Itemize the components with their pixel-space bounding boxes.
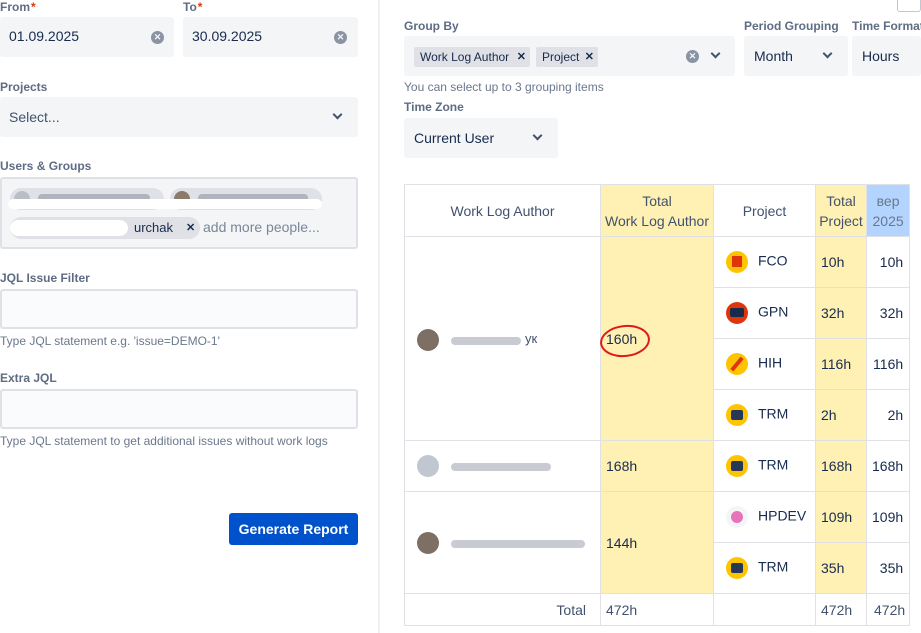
- avatar: [417, 532, 439, 554]
- avatar: [417, 455, 439, 477]
- table-row: ук 160h FCO 10h 10h: [404, 236, 911, 441]
- from-label: From*: [0, 0, 36, 14]
- to-label: To*: [183, 0, 203, 14]
- total-row: Total 472h 472h 472h: [404, 593, 911, 626]
- project-cell: GPN: [713, 287, 816, 339]
- users-groups-label: Users & Groups: [0, 159, 92, 173]
- project-cell: TRM: [713, 440, 816, 492]
- period-grouping-label: Period Grouping: [744, 19, 839, 33]
- group-tag[interactable]: Project ✕: [536, 47, 598, 67]
- report-filters-panel: From* To* 01.09.2025 ✕ 30.09.2025 ✕ Proj…: [0, 0, 380, 633]
- table-row: 144h HPDEV 109h 109h: [404, 491, 911, 594]
- remove-icon[interactable]: ✕: [517, 47, 526, 67]
- from-date-field[interactable]: 01.09.2025 ✕: [0, 17, 174, 57]
- to-date-value: 30.09.2025: [192, 28, 263, 44]
- project-cell: TRM: [713, 542, 816, 594]
- grand-total: 472h: [600, 593, 714, 626]
- time-format-select[interactable]: Hours: [852, 36, 921, 76]
- author-cell: [404, 440, 601, 492]
- total-label: Total: [404, 593, 601, 626]
- author-total-cell: 160h: [598, 236, 714, 441]
- add-people-input[interactable]: add more people...: [203, 219, 320, 235]
- header-project[interactable]: Project: [713, 184, 816, 237]
- screen-icon: [726, 302, 748, 324]
- flower-icon: [726, 506, 748, 528]
- remove-icon[interactable]: ✕: [186, 221, 195, 234]
- chevron-down-icon: [822, 48, 833, 59]
- time-zone-select[interactable]: Current User: [404, 118, 558, 158]
- period-grouping-select[interactable]: Month: [744, 36, 848, 76]
- projects-label: Projects: [0, 80, 48, 94]
- extra-jql-hint: Type JQL statement to get additional iss…: [0, 434, 328, 448]
- projects-placeholder: Select...: [9, 109, 60, 125]
- jql-hint: Type JQL statement e.g. 'issue=DEMO-1': [0, 334, 220, 348]
- header-total-author[interactable]: Total Work Log Author: [600, 184, 714, 237]
- group-by-select[interactable]: Work Log Author ✕ Project ✕ ✕: [404, 36, 735, 76]
- extra-jql-label: Extra JQL: [0, 371, 57, 385]
- time-format-label: Time Format: [852, 19, 921, 33]
- table-row: 168h TRM 168h 168h: [404, 440, 911, 492]
- group-by-hint: You can select up to 3 grouping items: [404, 80, 604, 94]
- chevron-down-icon: [332, 109, 343, 120]
- clear-icon[interactable]: ✕: [334, 31, 347, 44]
- to-date-field[interactable]: 30.09.2025 ✕: [183, 17, 358, 57]
- project-cell: HPDEV: [713, 491, 816, 543]
- chevron-down-icon: [532, 130, 543, 141]
- export-icon[interactable]: [897, 0, 921, 12]
- time-zone-label: Time Zone: [404, 100, 464, 114]
- extra-jql-input[interactable]: [0, 389, 358, 429]
- header-month[interactable]: вер 2025: [865, 184, 911, 237]
- from-date-value: 01.09.2025: [9, 28, 80, 44]
- jql-filter-input[interactable]: [0, 289, 358, 329]
- projects-select[interactable]: Select...: [0, 97, 358, 137]
- project-cell: HIH: [713, 338, 816, 390]
- clear-icon[interactable]: ✕: [686, 50, 699, 63]
- project-cell: TRM: [713, 389, 816, 441]
- author-cell: ук: [404, 236, 601, 441]
- clear-icon[interactable]: ✕: [151, 31, 164, 44]
- users-groups-field[interactable]: urchak ✕ add more people...: [0, 177, 358, 249]
- user-chip-name: urchak: [134, 220, 174, 235]
- report-panel: Group By Work Log Author ✕ Project ✕ ✕ Per…: [382, 0, 921, 633]
- box-icon: [726, 557, 748, 579]
- group-tag[interactable]: Work Log Author ✕: [414, 47, 530, 67]
- pencil-icon: [726, 353, 748, 375]
- generate-report-button[interactable]: Generate Report: [229, 513, 358, 545]
- flag-icon: [726, 251, 748, 273]
- header-total-project[interactable]: Total Project: [815, 184, 867, 237]
- worklog-report-table: Work Log Author Total Work Log Author Pro…: [404, 184, 911, 626]
- box-icon: [726, 455, 748, 477]
- avatar: [417, 329, 439, 351]
- grand-month-total: 472h: [865, 593, 911, 626]
- annotation-circle: [598, 321, 652, 360]
- group-by-label: Group By: [404, 19, 459, 33]
- author-cell: [404, 491, 601, 594]
- user-chip[interactable]: urchak ✕: [10, 217, 200, 239]
- chevron-down-icon: [710, 48, 721, 59]
- jql-filter-label: JQL Issue Filter: [0, 271, 90, 285]
- remove-icon[interactable]: ✕: [585, 47, 594, 67]
- header-author[interactable]: Work Log Author: [404, 184, 601, 237]
- box-icon: [726, 404, 748, 426]
- project-cell: FCO: [713, 236, 816, 288]
- grand-project-total: 472h: [815, 593, 867, 626]
